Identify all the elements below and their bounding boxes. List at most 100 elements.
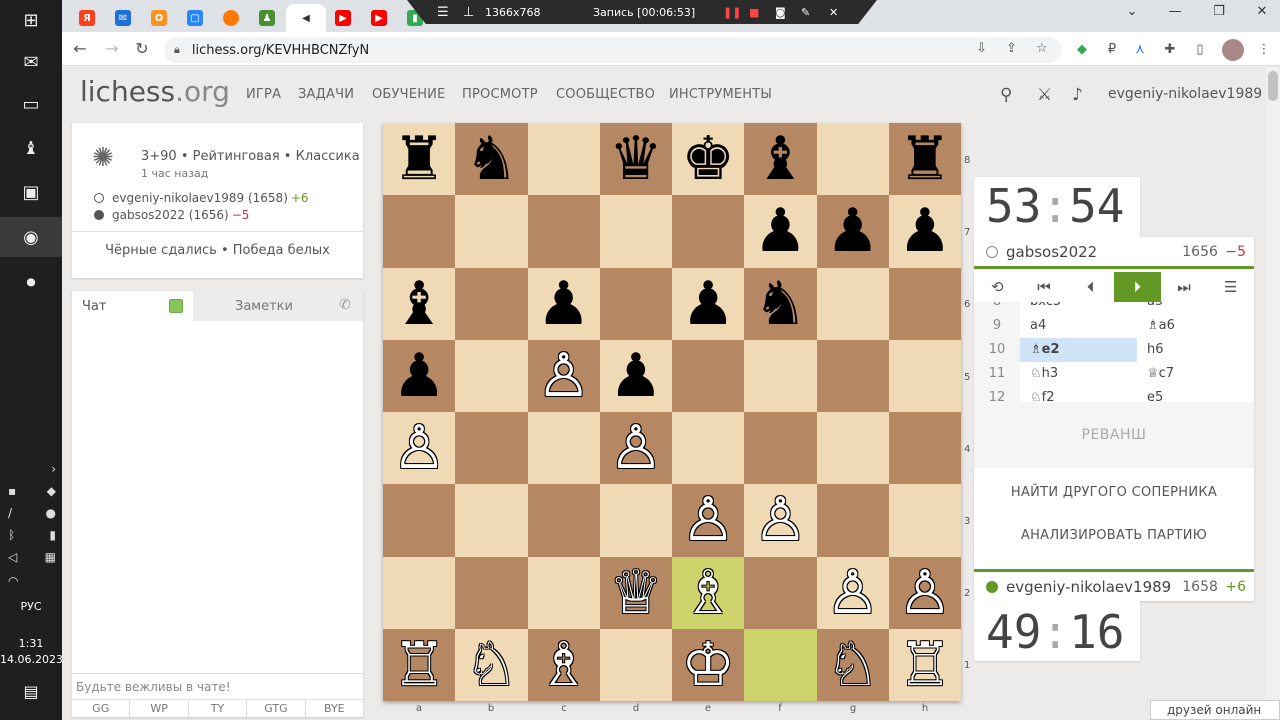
board-square-h4[interactable] [888,412,961,485]
board-square-f2[interactable] [744,556,817,629]
board-square-c2[interactable] [527,556,600,629]
opponent-row[interactable]: gabsos2022 1656 −5 [974,237,1254,269]
board-square-h8[interactable]: ♜ [888,123,961,196]
browser-tab[interactable]: ▶ [326,4,360,32]
board-square-b5[interactable] [455,339,528,412]
board-square-b3[interactable] [455,484,528,557]
board-square-e2[interactable]: ♗ [672,556,745,629]
board-square-h6[interactable] [888,267,961,340]
board-square-a2[interactable] [383,556,456,629]
tray-expand-icon[interactable]: › [8,462,56,476]
white-move[interactable]: a4 [1020,314,1137,338]
chess-piece[interactable]: ♝ [753,129,807,189]
move-list[interactable]: 8bxc5a59a4♗a610♗e2h611♘h3♕c712♘f2e5 [974,302,1254,402]
chess-piece[interactable]: ♝ [392,274,446,334]
chess-piece[interactable]: ♙ [826,563,880,623]
board-square-c8[interactable] [527,123,600,196]
browser-menu-icon[interactable]: ⋮ [1254,40,1274,60]
chess-piece[interactable]: ♙ [392,418,446,478]
rematch-button[interactable]: РЕВАНШ [974,402,1254,468]
preset-gg[interactable]: GG [72,700,131,717]
notification-icon[interactable]: ▤ [20,682,42,704]
board-square-d1[interactable] [599,628,672,701]
board-square-g3[interactable] [816,484,889,557]
board-square-c3[interactable] [527,484,600,557]
board-square-a4[interactable]: ♙ [383,412,456,485]
board-square-b1[interactable]: ♘ [455,628,528,701]
white-move[interactable]: ♗e2 [1020,338,1137,362]
wifi-icon[interactable]: ◠ [8,574,18,588]
chess-piece[interactable]: ♙ [609,418,663,478]
recorder-icon[interactable]: ⏺ [0,262,62,302]
white-move[interactable]: bxc5 [1020,302,1137,314]
clock-date[interactable]: 14.06.2023 [0,653,63,666]
extension-a-icon[interactable]: ⋏ [1130,40,1150,60]
browser-tab-active[interactable]: ◀ [286,4,326,32]
stop-icon[interactable]: ■ [749,6,759,19]
chess-piece[interactable]: ♖ [392,635,446,695]
board-square-d3[interactable] [599,484,672,557]
nav-play[interactable]: ИГРА [246,87,281,102]
preset-gtg[interactable]: GTG [247,700,306,717]
board-square-a3[interactable] [383,484,456,557]
chess-piece[interactable]: ♙ [681,490,735,550]
chess-piece[interactable]: ♟ [609,346,663,406]
board-square-f3[interactable]: ♙ [744,484,817,557]
white-move[interactable]: ♘f2 [1020,386,1137,402]
extension-p-icon[interactable]: ₽ [1102,40,1122,60]
board-square-b8[interactable]: ♞ [455,123,528,196]
lock-icon[interactable]: 🔒︎ [174,43,180,57]
black-move[interactable]: h6 [1137,338,1254,362]
chess-piece[interactable]: ♘ [826,635,880,695]
flip-board-icon[interactable]: ⟲ [974,272,1021,302]
board-square-b4[interactable] [455,412,528,485]
chess-piece[interactable]: ♟ [898,201,952,261]
tab-search-icon[interactable]: ⌄ [1117,4,1147,24]
board-square-c7[interactable] [527,195,600,268]
shield-icon[interactable]: ◆ [47,484,56,498]
back-icon[interactable]: ← [68,38,92,60]
board-square-g1[interactable]: ♘ [816,628,889,701]
chess-piece[interactable]: ♟ [753,201,807,261]
browser-tab[interactable]: Я [70,4,104,32]
tab-notes[interactable]: Заметки ✆ [193,291,363,321]
scroll-thumb[interactable] [1268,71,1278,101]
chess-piece[interactable]: ♜ [898,129,952,189]
browser-tab[interactable]: О [142,4,176,32]
browser-tab[interactable]: ✉ [106,4,140,32]
url-text[interactable]: lichess.org/KEVHHBCNZfyN [192,43,369,58]
board-square-f7[interactable]: ♟ [744,195,817,268]
next-move-icon[interactable]: ⏵ [1114,272,1161,302]
white-move[interactable]: ♘h3 [1020,362,1137,386]
board-square-e8[interactable]: ♚ [672,123,745,196]
chess-piece[interactable]: ♞ [753,274,807,334]
nav-community[interactable]: СООБЩЕСТВО [556,87,655,102]
search-icon[interactable]: ⚲ [1000,85,1012,105]
board-square-g5[interactable] [816,339,889,412]
chrome-icon[interactable]: ◉ [0,217,62,257]
battery-icon[interactable]: ▮ [49,528,56,542]
nav-watch[interactable]: ПРОСМОТР [462,87,538,102]
page-scrollbar[interactable] [1266,67,1280,720]
chess-piece[interactable]: ♞ [464,129,518,189]
board-square-a7[interactable] [383,195,456,268]
board-square-c1[interactable]: ♗ [527,628,600,701]
board-square-e6[interactable]: ♟ [672,267,745,340]
draw-icon[interactable]: ✎ [801,6,810,19]
phone-icon[interactable]: ✆ [339,297,351,313]
board-square-e3[interactable]: ♙ [672,484,745,557]
board-square-g4[interactable] [816,412,889,485]
pen-icon[interactable]: / [8,506,12,520]
profile-avatar[interactable] [1222,39,1244,61]
nav-learn[interactable]: ОБУЧЕНИЕ [372,87,446,102]
board-square-d5[interactable]: ♟ [599,339,672,412]
board-square-a6[interactable]: ♝ [383,267,456,340]
site-logo[interactable]: lichess.org [80,75,230,108]
black-move[interactable]: e5 [1137,386,1254,402]
chat-input[interactable] [72,673,363,699]
board-square-f4[interactable] [744,412,817,485]
first-move-icon[interactable]: ⏮ [1021,272,1068,302]
chess-piece[interactable]: ♖ [898,635,952,695]
preset-bye[interactable]: BYE [306,700,363,717]
board-square-e5[interactable] [672,339,745,412]
